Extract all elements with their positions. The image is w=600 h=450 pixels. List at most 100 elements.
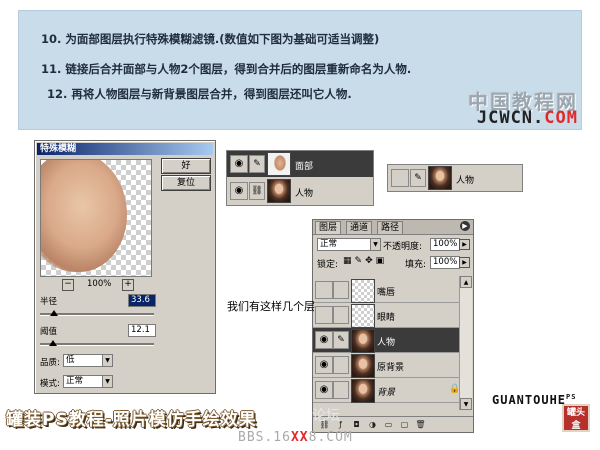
delete-layer-icon[interactable]: 🗑	[415, 419, 426, 430]
layer-row-selected[interactable]: ◉ ✎ 人物	[313, 328, 459, 353]
person-layer-thumbnail	[428, 166, 452, 190]
radius-input[interactable]: 33.6	[128, 294, 156, 307]
eye-icon[interactable]: ◉	[315, 281, 333, 299]
lock-transparency-icon: ▦	[343, 256, 355, 266]
linked-layers-strip: ◉ ✎ 面部 ◉ ⛓ 人物	[226, 150, 374, 206]
panel-menu-icon[interactable]: ▶	[460, 221, 470, 231]
brush-icon[interactable]: ✎	[333, 281, 349, 299]
layer-row-merged-person[interactable]: ◉ ✎ 人物	[388, 165, 522, 191]
brush-icon[interactable]: ✎	[333, 331, 349, 349]
mode-label: 模式:	[40, 379, 60, 389]
dialog-title: 特殊模糊	[40, 144, 77, 154]
eye-icon[interactable]: ◉	[315, 356, 333, 374]
eye-icon[interactable]: ◉	[315, 331, 333, 349]
face-layer-thumbnail	[267, 152, 291, 176]
opacity-label: 不透明度:	[383, 242, 423, 252]
layers-panel: 图层 通道 路径 ▶ 正常 ▼ 不透明度: 100% ▶ 锁定: ▦✎✥▣ 填充:…	[312, 219, 474, 433]
smart-blur-dialog: 特殊模糊 好 复位 − 100% + 半径 33.6 阈值 12.1 品质: 低…	[34, 140, 216, 394]
opacity-input[interactable]: 100%	[430, 238, 460, 251]
threshold-slider-track[interactable]	[40, 343, 154, 346]
radius-label: 半径	[40, 297, 58, 307]
layer-thumbnail	[351, 304, 375, 328]
layer-name: 人物	[456, 176, 475, 186]
layer-row[interactable]: ◉ ✎ 背景 🔒	[313, 378, 460, 403]
brush-icon[interactable]: ✎	[333, 306, 349, 324]
new-layer-icon[interactable]: ▢	[399, 419, 410, 430]
lock-icons[interactable]: ▦✎✥▣	[343, 256, 387, 266]
layer-row[interactable]: ◉ ✎ 嘴唇	[313, 278, 459, 303]
radius-slider-thumb[interactable]	[50, 310, 58, 316]
chevron-down-icon: ▼	[370, 239, 380, 250]
seal-stamp: 罐头盒	[562, 404, 590, 432]
layer-row-face[interactable]: ◉ ✎ 面部	[227, 151, 373, 177]
layer-thumbnail	[351, 279, 375, 303]
brush-icon[interactable]: ✎	[410, 169, 426, 187]
opacity-arrow-icon[interactable]: ▶	[459, 239, 470, 250]
tab-paths[interactable]: 路径	[377, 221, 404, 234]
layer-name: 背景	[377, 388, 396, 398]
watermark-ghost-text: 论坛	[312, 408, 340, 424]
layer-name: 面部	[295, 162, 314, 172]
step-10: 10. 为面部图层执行特殊模糊滤镜.(数值如下图为基础可适当调整)	[41, 32, 380, 46]
layer-thumbnail	[351, 329, 375, 353]
brush-icon[interactable]: ✎	[249, 155, 265, 173]
layers-scrollbar[interactable]: ▲ ▼	[459, 276, 472, 410]
eye-icon[interactable]: ◉	[315, 306, 333, 324]
layer-name: 原背景	[377, 363, 405, 373]
lock-move-icon: ✥	[365, 256, 376, 266]
link-icon[interactable]: ⛓	[249, 182, 265, 200]
layer-row[interactable]: ◉ ✎ 原背景	[313, 353, 459, 378]
step-11: 11. 链接后合并面部与人物2个图层，得到合并后的图层重新命名为人物.	[41, 62, 412, 76]
scroll-up-icon[interactable]: ▲	[460, 276, 472, 288]
threshold-slider-thumb[interactable]	[49, 340, 57, 346]
face-preview-image	[41, 160, 127, 272]
chevron-down-icon: ▼	[102, 355, 112, 366]
lock-paint-icon: ✎	[354, 256, 366, 266]
eye-icon[interactable]: ◉	[230, 155, 248, 173]
zoom-out-button[interactable]: −	[62, 279, 74, 291]
adjustment-layer-icon[interactable]: ◑	[367, 419, 378, 430]
zoom-controls: − 100% +	[40, 278, 150, 292]
threshold-label: 阈值	[40, 327, 58, 337]
layer-row[interactable]: ◉ ✎ 眼睛	[313, 303, 459, 328]
eye-icon[interactable]: ◉	[315, 381, 333, 399]
ok-button[interactable]: 好	[161, 158, 211, 174]
add-mask-icon[interactable]: ◘	[351, 419, 362, 430]
eye-icon[interactable]: ◉	[230, 182, 248, 200]
reset-button[interactable]: 复位	[161, 175, 211, 191]
quality-label: 品质:	[40, 358, 60, 368]
mode-select[interactable]: 正常 ▼	[63, 375, 113, 388]
filter-preview[interactable]	[40, 159, 152, 277]
brush-icon[interactable]: ✎	[333, 356, 349, 374]
fill-arrow-icon[interactable]: ▶	[459, 257, 470, 268]
layer-name: 眼睛	[377, 313, 396, 323]
eye-icon[interactable]: ◉	[391, 169, 409, 187]
bbs-watermark: BBS.16XX8.COM	[238, 430, 353, 445]
quality-select[interactable]: 低 ▼	[63, 354, 113, 367]
scroll-down-icon[interactable]: ▼	[460, 398, 472, 410]
merged-layer-strip: ◉ ✎ 人物	[387, 164, 523, 192]
zoom-in-button[interactable]: +	[122, 279, 134, 291]
layer-name: 人物	[295, 189, 314, 199]
step-12: 12. 再将人物图层与新背景图层合并，得到图层还叫它人物.	[47, 87, 352, 101]
chevron-down-icon: ▼	[102, 376, 112, 387]
panel-tabs: 图层 通道 路径 ▶	[313, 220, 473, 235]
new-group-icon[interactable]: ▭	[383, 419, 394, 430]
tab-channels[interactable]: 通道	[346, 221, 373, 234]
tab-layers[interactable]: 图层	[315, 221, 342, 234]
layer-thumbnail	[351, 354, 375, 378]
threshold-input[interactable]: 12.1	[128, 324, 156, 337]
layer-row-person[interactable]: ◉ ⛓ 人物	[227, 178, 373, 204]
tutorial-title: 罐装PS教程-照片模仿手绘效果	[6, 410, 257, 430]
layer-thumbnail	[351, 379, 375, 403]
fill-label: 填充:	[405, 260, 427, 270]
zoom-level: 100%	[87, 279, 112, 289]
caption: 我们有这样几个层	[227, 300, 315, 313]
dialog-titlebar: 特殊模糊	[37, 143, 213, 155]
brush-icon[interactable]: ✎	[333, 381, 349, 399]
fill-input[interactable]: 100%	[430, 256, 460, 269]
lock-label: 锁定:	[317, 260, 339, 270]
person-layer-thumbnail	[267, 179, 291, 203]
site-logo-en: JCWCN.COM	[476, 108, 578, 128]
blend-mode-select[interactable]: 正常 ▼	[317, 238, 381, 251]
